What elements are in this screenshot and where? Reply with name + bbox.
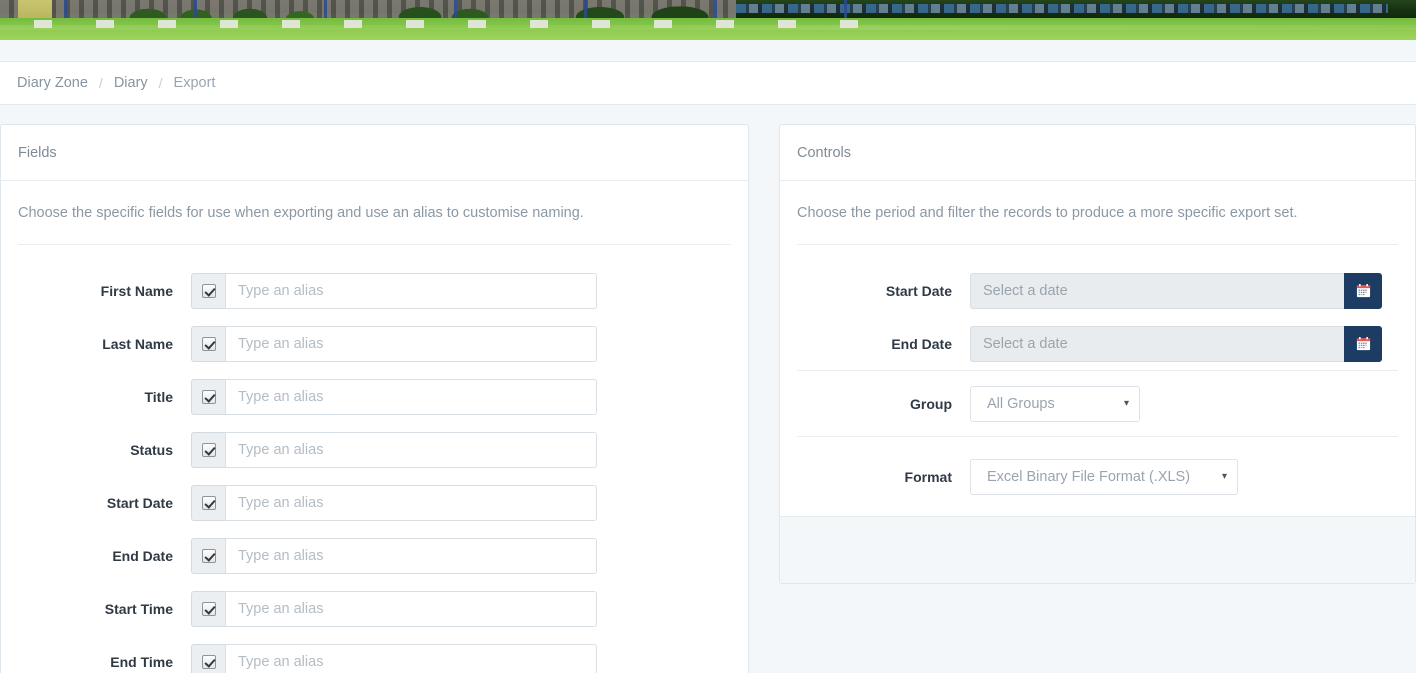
field-input-group-status [191,431,597,468]
field-label-status: Status [130,441,173,458]
fields-panel-header: Fields [1,125,748,181]
control-label-format: Format [904,468,952,485]
content-columns: Fields Choose the specific fields for us… [0,124,1416,673]
group-select[interactable]: All Groups ▾ [970,385,1140,422]
field-label-end-date: End Date [112,547,173,564]
controls-rows: Start Date Select a date End Date Select… [780,245,1415,370]
field-row-title: Title [1,370,748,423]
calendar-icon [1356,336,1370,351]
alias-input-status[interactable] [225,431,597,468]
controls-panel-description: Choose the period and filter the records… [797,205,1298,221]
end-date-group [970,325,1382,362]
start-date-calendar-button[interactable] [1344,272,1382,309]
field-input-group-last-name [191,325,597,362]
field-row-status: Status [1,423,748,476]
breadcrumb-item-diary-zone[interactable]: Diary Zone [17,75,88,91]
breadcrumb-item-diary[interactable]: Diary [114,75,148,91]
alias-input-start-date[interactable] [225,484,597,521]
format-select[interactable]: Excel Binary File Format (.XLS) ▾ [970,458,1238,495]
field-row-first-name: First Name [1,264,748,317]
banner-benches [0,20,878,28]
controls-panel: Controls Choose the period and filter th… [779,124,1416,584]
checkmark-icon [201,495,216,510]
start-date-input[interactable] [970,272,1344,309]
field-checkbox-last-name[interactable] [191,325,225,362]
fields-panel-description: Choose the specific fields for use when … [18,205,584,221]
field-row-start-date: Start Date [1,476,748,529]
checkmark-icon [201,601,216,616]
field-checkbox-end-time[interactable] [191,643,225,673]
checkmark-icon [201,442,216,457]
field-label-title: Title [144,388,173,405]
breadcrumb: Diary Zone / Diary / Export [17,75,215,91]
breadcrumb-item-export: Export [173,75,216,91]
breadcrumb-bar: Diary Zone / Diary / Export [0,61,1416,105]
breadcrumb-separator: / [98,75,103,91]
breadcrumb-separator: / [158,75,163,91]
group-select-value: All Groups [987,395,1055,412]
field-checkbox-start-date[interactable] [191,484,225,521]
end-date-input[interactable] [970,325,1344,362]
field-label-end-time: End Time [110,653,173,670]
control-label-group: Group [910,395,952,412]
field-checkbox-first-name[interactable] [191,272,225,309]
checkmark-icon [201,548,216,563]
alias-input-start-time[interactable] [225,590,597,627]
alias-input-end-time[interactable] [225,643,597,673]
field-checkbox-title[interactable] [191,378,225,415]
start-date-group [970,272,1382,309]
control-label-end-date: End Date [891,335,952,352]
format-select-value: Excel Binary File Format (.XLS) [987,468,1191,485]
control-row-format: Format Excel Binary File Format (.XLS) ▾ [780,437,1415,516]
fields-panel: Fields Choose the specific fields for us… [0,124,749,673]
field-checkbox-status[interactable] [191,431,225,468]
control-row-start-date: Start Date [780,264,1415,317]
control-row-group: Group All Groups ▾ [780,371,1415,436]
field-label-last-name: Last Name [102,335,173,352]
field-row-last-name: Last Name [1,317,748,370]
control-label-start-date: Start Date [885,282,952,299]
field-input-group-start-date [191,484,597,521]
calendar-icon [1356,283,1370,298]
field-input-group-first-name [191,272,597,309]
control-row-end-date: End Date [780,317,1415,370]
header-banner-image [0,0,1416,40]
field-row-end-date: End Date [1,529,748,582]
checkmark-icon [201,654,216,669]
alias-input-first-name[interactable] [225,272,597,309]
alias-input-title[interactable] [225,378,597,415]
checkmark-icon [201,283,216,298]
field-input-group-end-time [191,643,597,673]
alias-input-last-name[interactable] [225,325,597,362]
chevron-down-icon: ▾ [1221,471,1227,482]
fields-column: Fields Choose the specific fields for us… [0,124,764,673]
field-label-first-name: First Name [100,282,173,299]
checkmark-icon [201,336,216,351]
field-label-start-date: Start Date [106,494,173,511]
controls-panel-header: Controls [780,125,1415,181]
checkmark-icon [201,389,216,404]
controls-panel-footer [780,516,1415,583]
fields-panel-title: Fields [18,144,57,161]
field-checkbox-end-date[interactable] [191,537,225,574]
field-label-start-time: Start Time [104,600,173,617]
field-input-group-start-time [191,590,597,627]
controls-column: Controls Choose the period and filter th… [764,124,1416,638]
controls-panel-title: Controls [797,144,851,161]
fields-rows: First Name Last Name [1,245,748,673]
alias-input-end-date[interactable] [225,537,597,574]
field-input-group-title [191,378,597,415]
end-date-calendar-button[interactable] [1344,325,1382,362]
field-input-group-end-date [191,537,597,574]
field-row-end-time: End Time [1,635,748,673]
field-row-start-time: Start Time [1,582,748,635]
field-checkbox-start-time[interactable] [191,590,225,627]
chevron-down-icon: ▾ [1123,398,1129,409]
